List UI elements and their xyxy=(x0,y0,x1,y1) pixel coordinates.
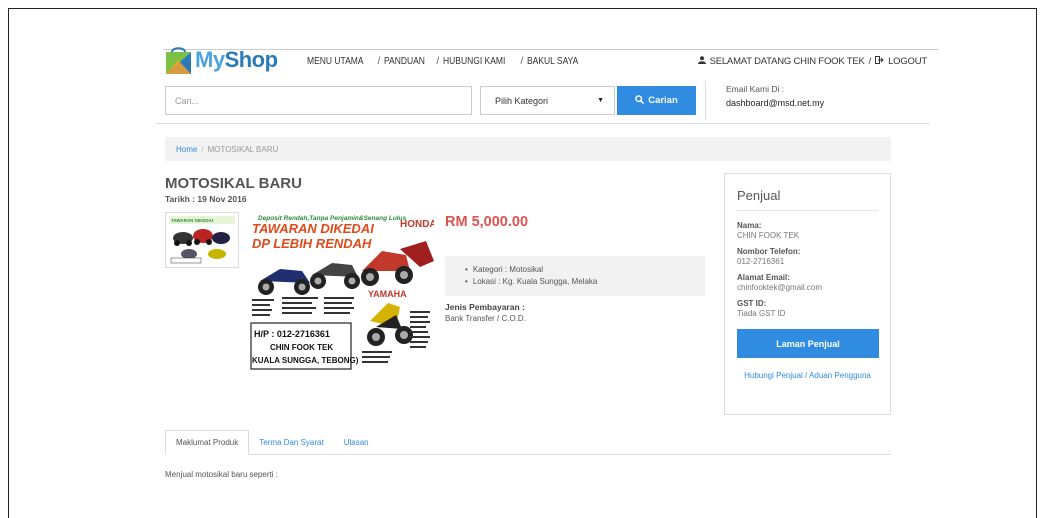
logout-link[interactable]: LOGOUT xyxy=(888,56,927,67)
breadcrumb-current: MOTOSIKAL BARU xyxy=(207,144,279,154)
tab-terma-dan-syarat[interactable]: Terma Dan Syarat xyxy=(249,430,333,455)
shopping-bag-icon xyxy=(165,46,192,74)
main-image-graphic: Deposit Rendah,Tanpa Penjamin&Senang Lul… xyxy=(250,211,434,371)
seller-email-label: Alamat Email: xyxy=(737,273,790,282)
tab-ulasan[interactable]: Ulasan xyxy=(334,430,379,455)
caret-down-icon: ▼ xyxy=(597,97,604,104)
seller-name: CHIN FOOK TEK xyxy=(737,231,800,240)
laman-penjual-button[interactable]: Laman Penjual xyxy=(737,329,879,358)
tab-maklumat-produk[interactable]: Maklumat Produk xyxy=(165,430,250,455)
seller-heading: Penjual xyxy=(737,188,781,203)
contact-email-value: dashboard@msd.net.my xyxy=(726,98,825,108)
svg-text:TAWARAN DIKEDAI: TAWARAN DIKEDAI xyxy=(171,218,213,223)
search-button[interactable]: Carian xyxy=(617,86,696,115)
user-bar: SELAMAT DATANG CHIN FOOK TEK / LOGOUT xyxy=(697,56,927,67)
product-date: Tarikh : 19 Nov 2016 xyxy=(165,194,247,204)
seller-gst: Tiada GST ID xyxy=(737,309,786,318)
top-divider xyxy=(164,49,939,50)
detail-category: Kategori : Motosikal xyxy=(465,264,705,276)
seller-divider xyxy=(737,210,878,211)
image-contact-location: KUALA SUNGGA, TEBONG) xyxy=(252,356,359,365)
nav-panduan[interactable]: PANDUAN xyxy=(384,56,425,67)
logout-icon xyxy=(875,56,884,67)
category-select-value: Pilih Kategori xyxy=(495,95,549,106)
nav-bakul-saya[interactable]: BAKUL SAYA xyxy=(527,56,578,67)
breadcrumb-separator: / xyxy=(201,144,204,154)
header-divider xyxy=(155,123,930,124)
image-brand-yamaha: YAMAHA xyxy=(368,289,407,299)
nav-separator: / xyxy=(377,56,381,67)
seller-phone: 012-2716361 xyxy=(737,257,785,266)
image-headline-2: TAWARAN DIKEDAI xyxy=(252,221,374,236)
image-contact-phone: H/P : 012-2716361 xyxy=(254,329,330,339)
nav-hubungi-kami[interactable]: HUBUNGI KAMI xyxy=(443,56,505,67)
product-main-image[interactable]: Deposit Rendah,Tanpa Penjamin&Senang Lul… xyxy=(250,211,434,371)
breadcrumb-home[interactable]: Home xyxy=(176,145,197,154)
nav-menu-utama[interactable]: MENU UTAMA xyxy=(307,56,364,67)
top-nav: MENU UTAMA / PANDUAN / HUBUNGI KAMI / BA… xyxy=(307,56,588,67)
contact-email-box: Email Kami Di : dashboard@msd.net.my xyxy=(705,81,891,120)
user-separator: / xyxy=(868,56,872,67)
seller-panel: Penjual Nama: CHIN FOOK TEK Nombor Telef… xyxy=(724,173,891,415)
nav-separator: / xyxy=(436,56,440,67)
image-brand-honda: HONDA xyxy=(400,219,434,230)
payment-label: Jenis Pembayaran : xyxy=(445,302,525,312)
search-button-label: Carian xyxy=(648,95,678,106)
product-price: RM 5,000.00 xyxy=(445,214,529,230)
payment-value: Bank Transfer / C.O.D. xyxy=(445,314,526,323)
hubungi-penjual-link[interactable]: Hubungi Penjual / Aduan Pengguna xyxy=(737,371,878,380)
product-details: Kategori : Motosikal Lokasi : Kg. Kuala … xyxy=(445,256,705,296)
product-tabs: Maklumat Produk Terma Dan Syarat Ulasan xyxy=(165,430,891,455)
breadcrumb: Home / MOTOSIKAL BARU xyxy=(165,137,891,161)
seller-name-label: Nama: xyxy=(737,221,762,230)
image-contact-name: CHIN FOOK TEK xyxy=(270,343,333,352)
product-description: Menjual motosikal baru seperti : xyxy=(165,470,278,479)
logo-text: MyShop xyxy=(195,47,278,72)
seller-gst-label: GST ID: xyxy=(737,299,767,308)
nav-separator: / xyxy=(520,56,524,67)
site-logo[interactable]: MyShop xyxy=(165,44,278,76)
contact-email-label: Email Kami Di : xyxy=(726,84,785,94)
user-icon xyxy=(697,56,706,67)
detail-location: Lokasi : Kg. Kuala Sungga, Melaka xyxy=(465,276,705,288)
seller-phone-label: Nombor Telefon: xyxy=(737,247,801,256)
image-headline-3: DP LEBIH RENDAH xyxy=(252,236,372,251)
category-select[interactable]: Pilih Kategori ▼ xyxy=(480,86,615,115)
product-title: MOTOSIKAL BARU xyxy=(165,175,302,192)
user-greeting-link[interactable]: SELAMAT DATANG CHIN FOOK TEK xyxy=(710,56,865,67)
thumbnail-image: TAWARAN DIKEDAI xyxy=(169,216,235,264)
search-input[interactable] xyxy=(165,86,472,115)
product-thumbnail[interactable]: TAWARAN DIKEDAI xyxy=(165,212,239,268)
search-icon xyxy=(635,94,645,107)
seller-email: chinfooktek@gmail.com xyxy=(737,283,823,292)
